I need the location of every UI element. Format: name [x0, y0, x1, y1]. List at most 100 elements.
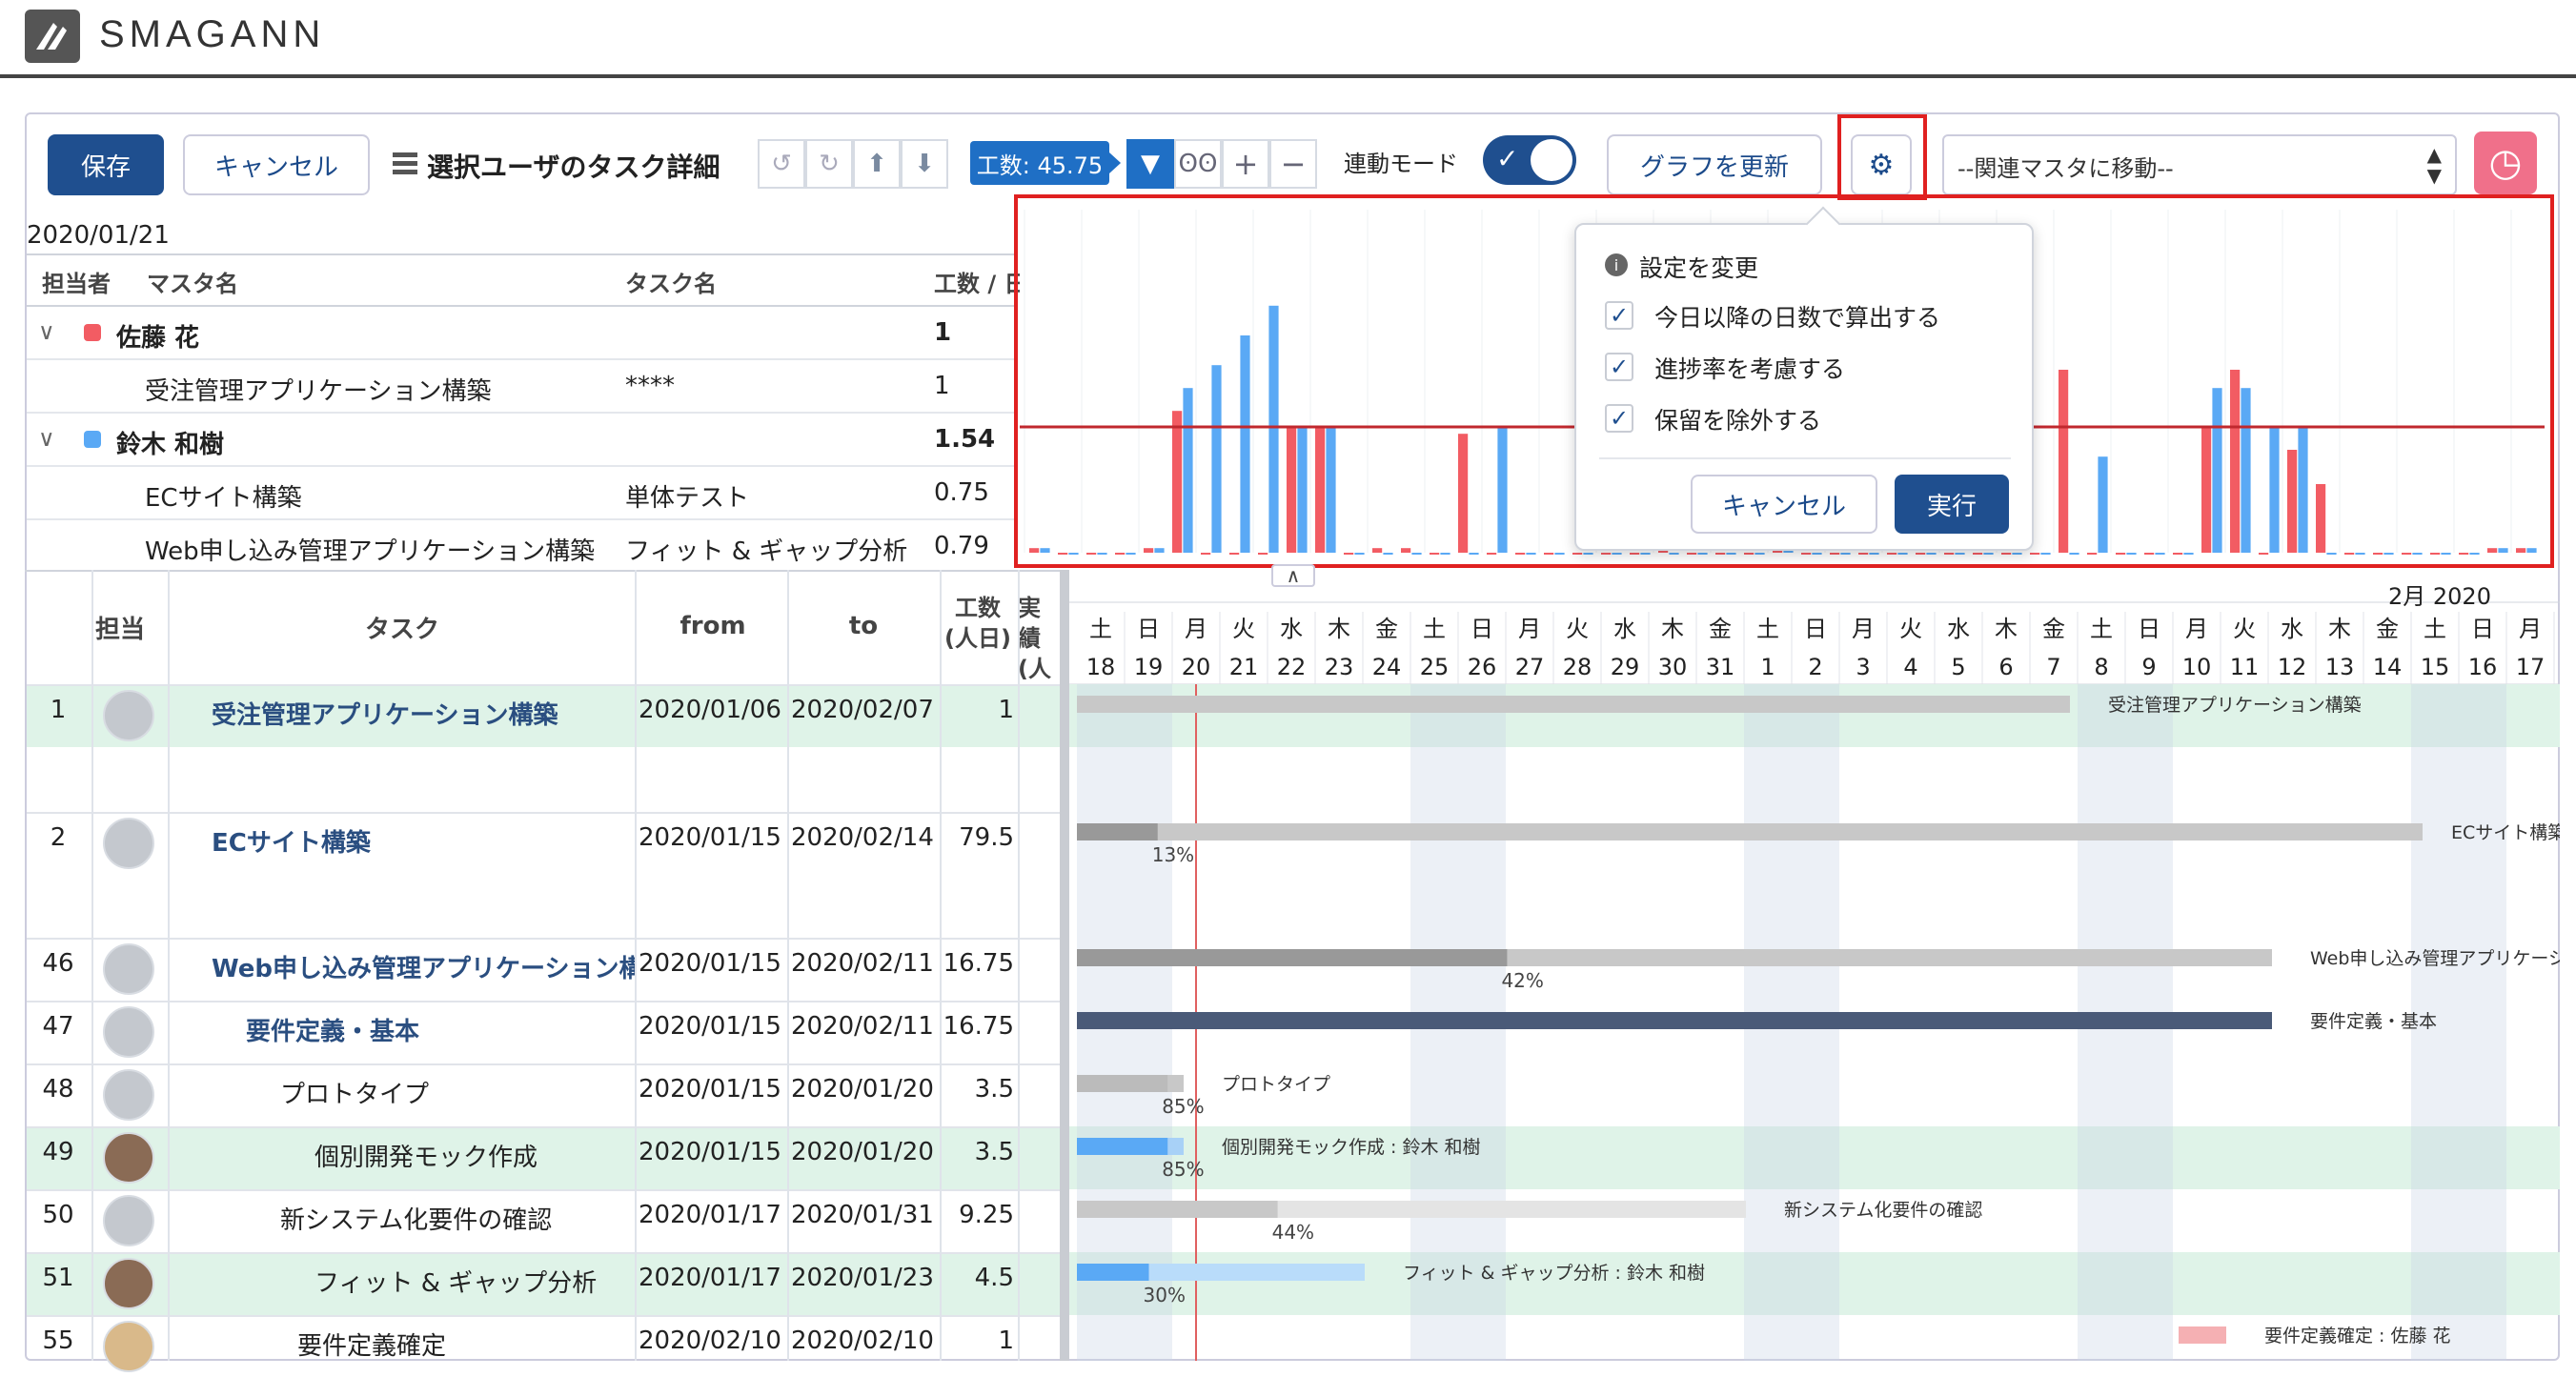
day-label: 9 [2141, 654, 2156, 680]
chevron-down-icon[interactable]: ∨ [38, 425, 55, 452]
summary-master-name: ECサイト構築 [145, 484, 302, 513]
weekday-label: 水 [2281, 616, 2303, 642]
update-graph-button[interactable]: グラフを更新 [1607, 134, 1822, 195]
row-number: 1 [50, 696, 67, 724]
avatar [103, 1258, 154, 1309]
zoom-out-button[interactable]: − [1269, 139, 1317, 189]
summary-task-name: **** [625, 372, 675, 400]
gantt-bar-label: Web申し込み管理アプリケーション構築 [2310, 948, 2560, 969]
avatar [103, 1132, 154, 1184]
list-icon [393, 151, 417, 177]
day-label: 20 [1182, 654, 1211, 680]
summary-task-name: 単体テスト [625, 484, 750, 513]
row-number: 47 [42, 1012, 74, 1041]
row-from-date: 2020/01/15 [639, 949, 781, 978]
logo-icon [25, 10, 80, 63]
save-button[interactable]: 保存 [48, 134, 164, 195]
day-label: 10 [2182, 654, 2212, 680]
gantt-bar-label: 受注管理アプリケーション構築 [2108, 695, 2362, 716]
popup-run-button[interactable]: 実行 [1895, 475, 2009, 534]
settings-highlight [1837, 114, 1927, 202]
avatar [103, 1069, 154, 1121]
link-mode-toggle[interactable]: ✓ [1483, 135, 1576, 185]
settings-popup: i 設定を変更 ✓ 今日以降の日数で算出する ✓ 進捗率を考慮する ✓ 保留を除… [1574, 206, 2034, 551]
row-to-date: 2020/02/11 [791, 1012, 934, 1041]
day-label: 23 [1325, 654, 1354, 680]
gantt-bar-label: フィット & ギャップ分析 : 鈴木 和樹 [1403, 1263, 1705, 1284]
weekday-label: 木 [1661, 616, 1684, 642]
day-label: 5 [1951, 654, 1965, 680]
weekday-label: 日 [2138, 616, 2160, 642]
row-from-date: 2020/01/06 [639, 696, 781, 724]
row-to-date: 2020/02/11 [791, 949, 934, 978]
clock-button[interactable]: ◷ [2474, 132, 2537, 194]
gantt-bar-label: 新システム化要件の確認 [1784, 1200, 1982, 1221]
undo-button[interactable]: ↺ [758, 139, 805, 189]
weekday-label: 土 [2090, 616, 2113, 642]
info-icon: i [1605, 253, 1628, 276]
weekday-label: 金 [2376, 616, 2399, 642]
weekday-label: 土 [1089, 616, 1112, 642]
chevron-down-icon[interactable]: ∨ [38, 318, 55, 345]
row-task-name: 要件定義・基本 [246, 1018, 420, 1046]
row-to-date: 2020/01/23 [791, 1264, 934, 1292]
day-label: 13 [2325, 654, 2355, 680]
move-up-button[interactable]: ⬆ [853, 139, 901, 189]
gantt-timeline-svg: 土18日19月20火21水22木23金24土25日26月27火28水29木30金… [1069, 601, 2560, 1361]
day-label: 28 [1563, 654, 1592, 680]
popup-cancel-button[interactable]: キャンセル [1691, 475, 1877, 534]
weekday-label: 土 [2424, 616, 2446, 642]
row-to-date: 2020/02/10 [791, 1326, 934, 1355]
row-effort: 9.25 [959, 1201, 1014, 1229]
day-label: 31 [1706, 654, 1735, 680]
weekend-shade [2459, 684, 2506, 1361]
filter-button[interactable]: ▼ [1126, 139, 1174, 189]
redo-icon: ↻ [819, 150, 840, 178]
col-header-owner: 担当 [94, 616, 145, 644]
gantt-bar [2179, 1326, 2226, 1344]
option-checkbox-progress[interactable]: ✓ [1605, 353, 1633, 381]
summary-header-master: マスタ名 [147, 271, 238, 297]
row-number: 2 [50, 823, 67, 852]
gantt-progress-label: 30% [1144, 1284, 1186, 1306]
zoom-in-button[interactable]: + [1222, 139, 1269, 189]
weekday-label: 金 [1375, 616, 1398, 642]
row-task-name: プロトタイプ [280, 1081, 430, 1109]
redo-button[interactable]: ↻ [805, 139, 853, 189]
row-task-name: 要件定義確定 [297, 1332, 447, 1361]
day-label: 27 [1515, 654, 1545, 680]
day-label: 29 [1611, 654, 1640, 680]
row-to-date: 2020/02/07 [791, 696, 934, 724]
weekday-label: 土 [1423, 616, 1446, 642]
cancel-button[interactable]: キャンセル [183, 134, 370, 195]
row-task-name: 個別開発モック作成 [314, 1144, 538, 1172]
gantt-timeline: 土 18 日 19 月 20 火 21 水 22 木 23 金 24 土 25 日 26 月 27 火 28 水 29 木 30 金… [1069, 570, 2560, 1361]
glasses-button[interactable]: ʘʘ [1174, 139, 1222, 189]
gantt-bar-progress [1077, 823, 1158, 840]
day-label: 1 [1760, 654, 1775, 680]
day-label: 14 [2373, 654, 2403, 680]
row-number: 48 [42, 1075, 74, 1104]
weekday-label: 日 [1137, 616, 1160, 642]
col-header-to: to [848, 612, 879, 640]
row-effort: 79.5 [959, 823, 1014, 852]
move-down-button[interactable]: ⬇ [901, 139, 948, 189]
row-effort: 1 [998, 696, 1014, 724]
weekday-label: 月 [1518, 616, 1541, 642]
clock-icon: ◷ [2488, 141, 2523, 185]
related-master-select[interactable]: --関連マスタに移動-- ▲ ▼ [1942, 134, 2457, 195]
weekday-label: 月 [1185, 616, 1207, 642]
summary-header-owner: 担当者 [42, 271, 111, 297]
day-label: 18 [1086, 654, 1116, 680]
option-checkbox-hold[interactable]: ✓ [1605, 404, 1633, 433]
gantt-bar-progress [1077, 1201, 1278, 1218]
glasses-icon: ʘʘ [1178, 150, 1218, 178]
splitter[interactable] [1060, 570, 1069, 1361]
weekday-label: 火 [1566, 616, 1589, 642]
option-checkbox-today[interactable]: ✓ [1605, 301, 1633, 330]
summary-task-name: フィット & ギャップ分析 [625, 537, 908, 566]
weekday-label: 日 [2471, 616, 2494, 642]
app-title: SMAGANN [99, 13, 326, 55]
weekday-label: 金 [1709, 616, 1732, 642]
column-divider [635, 570, 637, 1361]
